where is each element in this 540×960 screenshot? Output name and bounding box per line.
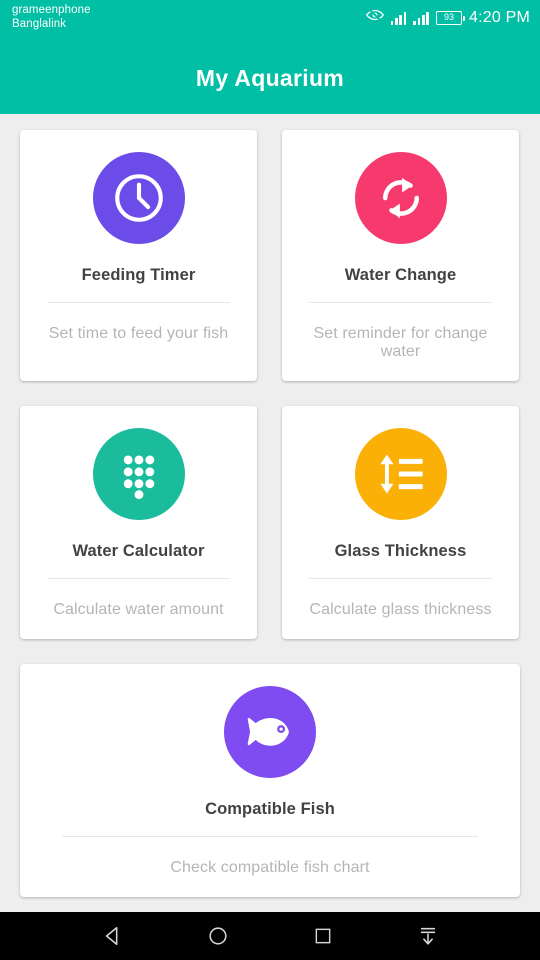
fish-icon (224, 686, 316, 778)
card-subtitle: Check compatible fish chart (170, 859, 370, 876)
status-bar: grameenphone Banglalink 93 4:20 PM (0, 0, 540, 42)
card-divider (46, 302, 231, 303)
line-height-icon (354, 428, 447, 520)
clock-icon (92, 152, 185, 244)
carrier-label-1: grameenphone (12, 4, 91, 16)
feature-card-grid: Feeding Timer Set time to feed your fish… (0, 114, 540, 897)
page-title: My Aquarium (195, 64, 345, 91)
card-title: Compatible Fish (205, 800, 335, 818)
card-subtitle: Calculate water amount (53, 601, 224, 618)
carrier-labels: grameenphone Banglalink (12, 3, 91, 31)
card-title: Water Calculator (72, 542, 205, 560)
back-triangle-icon[interactable] (89, 912, 137, 960)
carrier-label-2: Banglalink (12, 18, 67, 30)
hide-navbar-arrow-icon[interactable] (404, 912, 452, 960)
status-icons: 93 4:20 PM (365, 8, 530, 27)
recents-square-icon[interactable] (299, 912, 347, 960)
card-water-change[interactable]: Water Change Set reminder for change wat… (282, 130, 519, 381)
card-title: Water Change (344, 266, 457, 284)
card-subtitle: Calculate glass thickness (309, 601, 492, 618)
signal-bars-icon-2 (413, 10, 429, 25)
dialpad-dots-icon (92, 428, 185, 520)
signal-bars-icon-1 (390, 10, 407, 25)
battery-level: 93 (443, 12, 454, 22)
sync-refresh-icon (354, 152, 447, 244)
card-water-calculator[interactable]: Water Calculator Calculate water amount (20, 406, 257, 639)
card-title: Glass Thickness (334, 542, 467, 560)
card-compatible-fish[interactable]: Compatible Fish Check compatible fish ch… (20, 664, 520, 897)
app-bar: My Aquarium (0, 42, 540, 114)
card-divider (46, 578, 231, 579)
battery-icon: 93 (436, 10, 465, 25)
eye-icon (365, 8, 384, 27)
card-divider (308, 578, 493, 579)
status-clock: 4:20 PM (469, 8, 530, 26)
phone-screen: grameenphone Banglalink 93 4:20 PM My Aq… (0, 0, 540, 960)
content-scroll-area[interactable]: Feeding Timer Set time to feed your fish… (0, 114, 540, 912)
card-divider (62, 836, 478, 837)
card-title: Feeding Timer (81, 266, 196, 284)
android-nav-bar (0, 912, 540, 960)
card-feeding-timer[interactable]: Feeding Timer Set time to feed your fish (20, 130, 257, 381)
card-subtitle: Set reminder for change water (313, 325, 488, 360)
card-divider (308, 302, 493, 303)
card-glass-thickness[interactable]: Glass Thickness Calculate glass thicknes… (282, 406, 519, 639)
card-subtitle: Set time to feed your fish (48, 325, 229, 342)
home-circle-icon[interactable] (194, 912, 242, 960)
